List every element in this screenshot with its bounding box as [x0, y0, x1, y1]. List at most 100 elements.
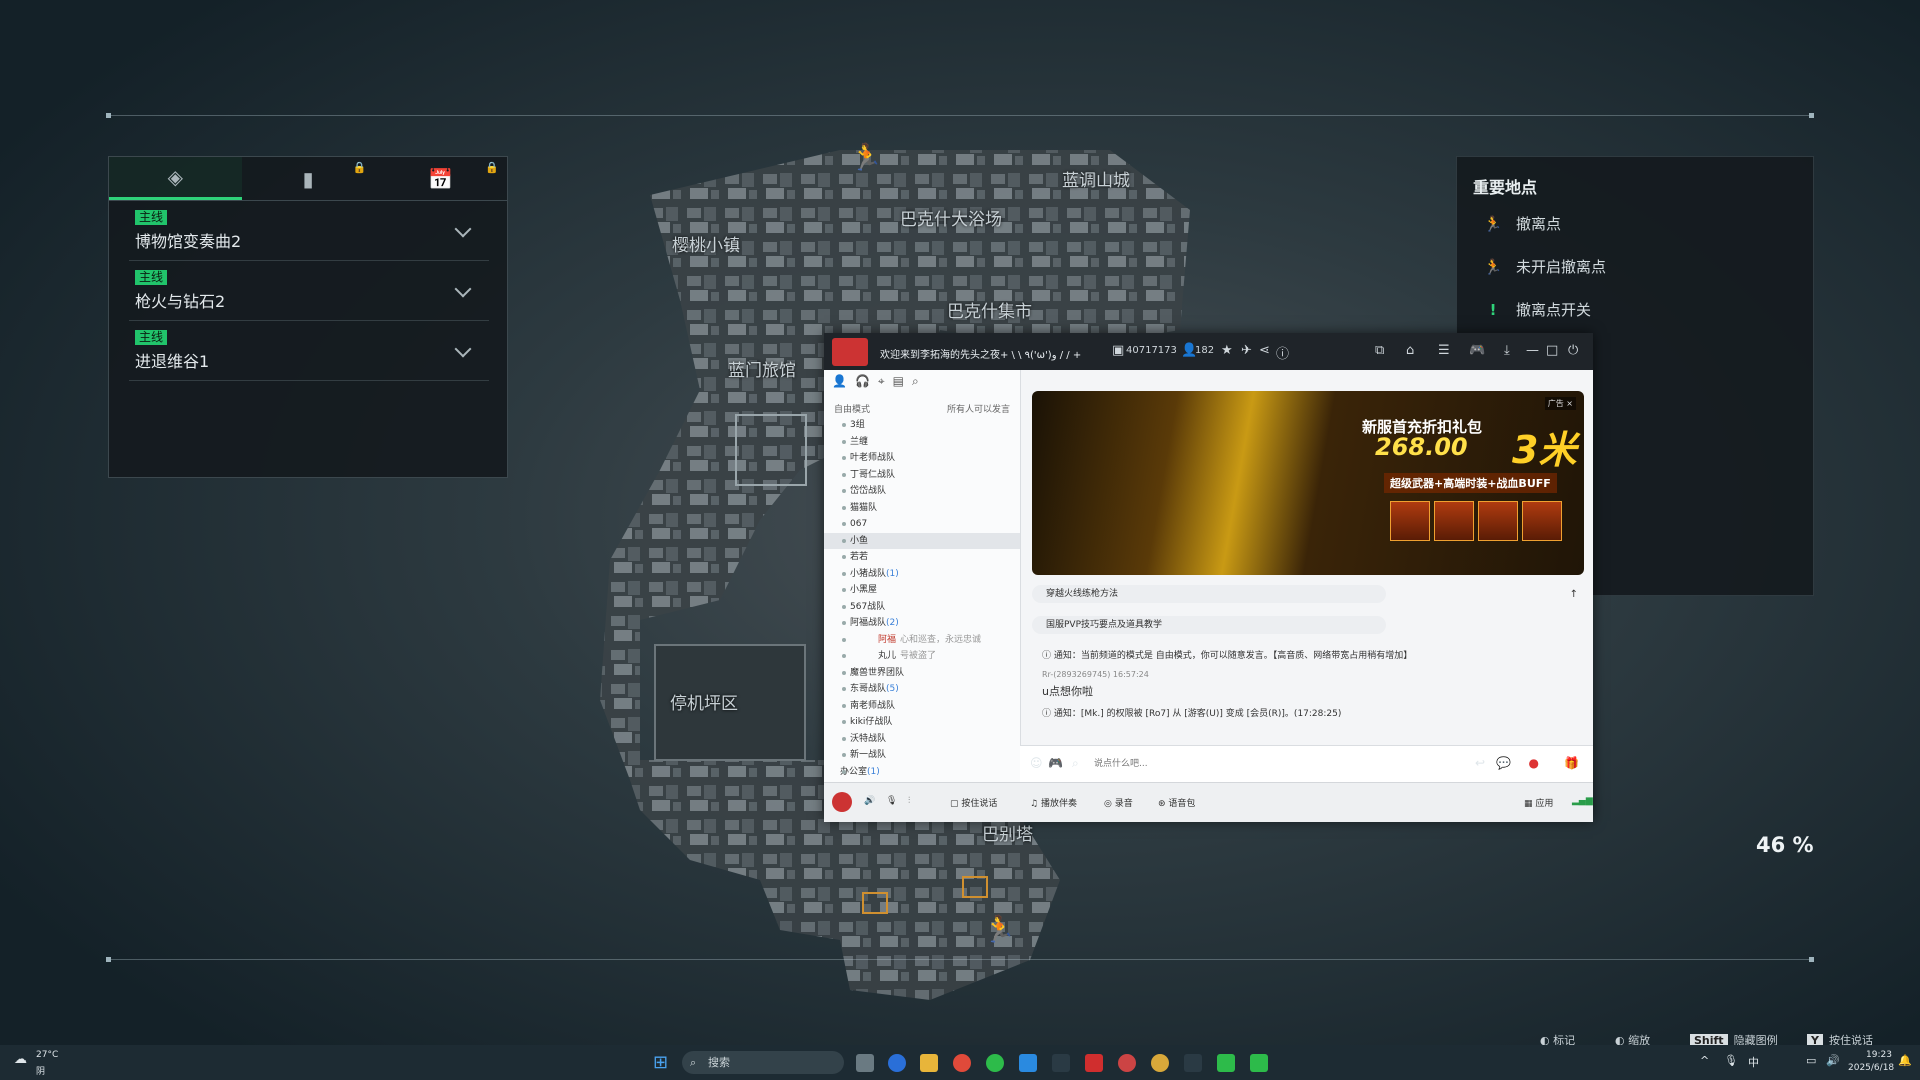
- play-accompaniment-button[interactable]: ♫ 播放伴奏: [1030, 796, 1077, 809]
- home-icon[interactable]: ⌂: [1406, 343, 1414, 358]
- app-voice-icon[interactable]: [1118, 1054, 1136, 1072]
- gift-icon[interactable]: 🎁: [1564, 756, 1579, 770]
- note-icon[interactable]: ▤: [893, 374, 904, 396]
- wps-icon[interactable]: [1085, 1054, 1103, 1072]
- send-icon[interactable]: ↩: [1475, 756, 1485, 770]
- search-icon[interactable]: ⌕: [1072, 756, 1079, 771]
- gamepad-icon[interactable]: 🎮: [1048, 756, 1063, 770]
- channel-item[interactable]: 叶老师战队: [824, 450, 1020, 467]
- tray-network-icon[interactable]: ▭: [1806, 1054, 1816, 1067]
- taskbar-search[interactable]: ⌕ 搜索: [682, 1051, 844, 1074]
- channel-avatar[interactable]: [832, 338, 868, 366]
- clock-date[interactable]: 2025/6/18: [1848, 1063, 1894, 1073]
- minimize-icon[interactable]: —: [1526, 343, 1539, 358]
- tab-tasks[interactable]: ▮ 🔒: [242, 157, 375, 200]
- app-green2-icon[interactable]: [1250, 1054, 1268, 1072]
- chat-title-bar[interactable]: 欢迎来到李拓海的先头之夜+ \ \ ٩('ω')و / / + ▣ 407171…: [824, 333, 1593, 370]
- star-icon[interactable]: ★: [1221, 343, 1233, 358]
- channel-user[interactable]: 阿福 心和巡查，永远忠诚: [824, 632, 1020, 649]
- screen-icon[interactable]: ⧉: [1375, 343, 1384, 358]
- gamepad-icon[interactable]: 🎮: [1469, 343, 1485, 358]
- quest-item[interactable]: 主线 枪火与钻石2: [129, 261, 489, 321]
- windows-start-icon[interactable]: ⊞: [653, 1052, 668, 1073]
- channel-item[interactable]: 猫猫队: [824, 500, 1020, 517]
- app-green1-icon[interactable]: [1217, 1054, 1235, 1072]
- info-icon[interactable]: ⓘ: [1276, 343, 1289, 362]
- maximize-icon[interactable]: □: [1546, 343, 1558, 358]
- legend-item[interactable]: 🏃 未开启撤离点: [1484, 256, 1606, 277]
- chrome-icon[interactable]: [953, 1054, 971, 1072]
- channel-item[interactable]: 岱岱战队: [824, 483, 1020, 500]
- mixer-icon[interactable]: ⫶: [908, 796, 910, 806]
- notification-bell-icon[interactable]: 🔔: [1898, 1054, 1912, 1067]
- channel-item[interactable]: 小黑屋: [824, 582, 1020, 599]
- quest-item[interactable]: 主线 博物馆变奏曲2: [129, 201, 489, 261]
- channel-item[interactable]: 沃特战队: [824, 731, 1020, 748]
- mic-icon[interactable]: 🎙: [886, 796, 897, 806]
- channel-item[interactable]: kiki仔战队: [824, 714, 1020, 731]
- tip-link[interactable]: 穿越火线练枪方法: [1032, 585, 1386, 603]
- channel-item[interactable]: 067: [824, 516, 1020, 533]
- scroll-up-icon[interactable]: ↑: [1570, 589, 1578, 600]
- channel-user[interactable]: 丸儿 号被盗了: [824, 648, 1020, 665]
- app-game2-icon[interactable]: [1184, 1054, 1202, 1072]
- location-icon[interactable]: ⌖: [878, 374, 885, 396]
- app-blue-icon[interactable]: [1019, 1054, 1037, 1072]
- voice-pack-button[interactable]: ⊛ 语音包: [1158, 796, 1195, 809]
- channel-item[interactable]: 小猪战队(1): [824, 566, 1020, 583]
- app-k-icon[interactable]: [888, 1054, 906, 1072]
- chevron-down-icon[interactable]: [454, 220, 472, 238]
- camera-marker-icon[interactable]: [862, 892, 888, 914]
- apps-button[interactable]: ▦ 应用: [1524, 796, 1553, 809]
- file-explorer-icon[interactable]: [920, 1054, 938, 1072]
- wechat-icon[interactable]: [986, 1054, 1004, 1072]
- tray-volume-icon[interactable]: 🔊: [1826, 1054, 1840, 1067]
- channel-item[interactable]: 新一战队: [824, 747, 1020, 764]
- speaker-icon[interactable]: 🔊: [864, 796, 875, 806]
- clock-time[interactable]: 19:23: [1866, 1050, 1892, 1060]
- bubble-icon[interactable]: 💬: [1496, 756, 1511, 770]
- share-icon[interactable]: ⋖: [1259, 343, 1270, 358]
- channel-item[interactable]: 南老师战队: [824, 698, 1020, 715]
- press-to-talk-button[interactable]: ▢ 按住说话: [950, 796, 997, 809]
- channel-item[interactable]: 魔兽世界团队: [824, 665, 1020, 682]
- app-owl-icon[interactable]: [1151, 1054, 1169, 1072]
- chevron-down-icon[interactable]: [454, 340, 472, 358]
- channel-item[interactable]: 567战队: [824, 599, 1020, 616]
- quest-item[interactable]: 主线 进退维谷1: [129, 321, 489, 381]
- record-button[interactable]: ◎ 录音: [1104, 796, 1133, 809]
- channel-item[interactable]: 3组: [824, 417, 1020, 434]
- pin-icon[interactable]: ⤓: [1504, 343, 1510, 358]
- power-icon[interactable]: ⏻: [1568, 343, 1578, 358]
- camera-marker-icon[interactable]: [962, 876, 988, 898]
- channel-item[interactable]: 丁哥仁战队: [824, 467, 1020, 484]
- tab-quests[interactable]: ◈: [109, 157, 242, 200]
- channel-item[interactable]: 阿福战队(2): [824, 615, 1020, 632]
- app-game-icon[interactable]: [1052, 1054, 1070, 1072]
- plane-icon[interactable]: ✈: [1241, 343, 1252, 358]
- extraction-point-icon[interactable]: 🏃: [850, 143, 882, 173]
- taskview-icon[interactable]: [856, 1054, 874, 1072]
- legend-item[interactable]: ! 撤离点开关: [1484, 299, 1591, 320]
- channel-item[interactable]: 办公室(1): [824, 764, 1020, 781]
- channel-item[interactable]: 若若: [824, 549, 1020, 566]
- ad-close-button[interactable]: 广告 ×: [1544, 397, 1576, 410]
- search-icon[interactable]: ⌕: [912, 374, 919, 396]
- legend-item[interactable]: 🏃 撤离点: [1484, 213, 1561, 234]
- chevron-down-icon[interactable]: [454, 280, 472, 298]
- extraction-point-icon[interactable]: 🏃: [983, 915, 1015, 945]
- tray-chevron-icon[interactable]: ^: [1700, 1054, 1709, 1067]
- mic-red-icon[interactable]: ●: [1529, 756, 1539, 770]
- tab-calendar[interactable]: 📅 🔒: [374, 157, 507, 200]
- ime-indicator[interactable]: 中: [1748, 1054, 1759, 1070]
- channel-item[interactable]: 东哥战队(5): [824, 681, 1020, 698]
- list-icon[interactable]: ☰: [1438, 343, 1450, 358]
- user-icon[interactable]: 👤: [832, 374, 847, 396]
- channel-item-selected[interactable]: 小鱼: [824, 532, 1020, 549]
- tray-mic-icon[interactable]: 🎙: [1724, 1054, 1738, 1067]
- headset-icon[interactable]: 🎧: [855, 374, 870, 396]
- ad-banner[interactable]: 广告 × 新服首充折扣礼包 268.00 3米 超级武器+高端时装+战血BUFF: [1032, 391, 1584, 575]
- emoji-icon[interactable]: ☺: [1030, 756, 1043, 770]
- my-avatar[interactable]: [832, 792, 852, 812]
- channel-item[interactable]: 兰缠: [824, 434, 1020, 451]
